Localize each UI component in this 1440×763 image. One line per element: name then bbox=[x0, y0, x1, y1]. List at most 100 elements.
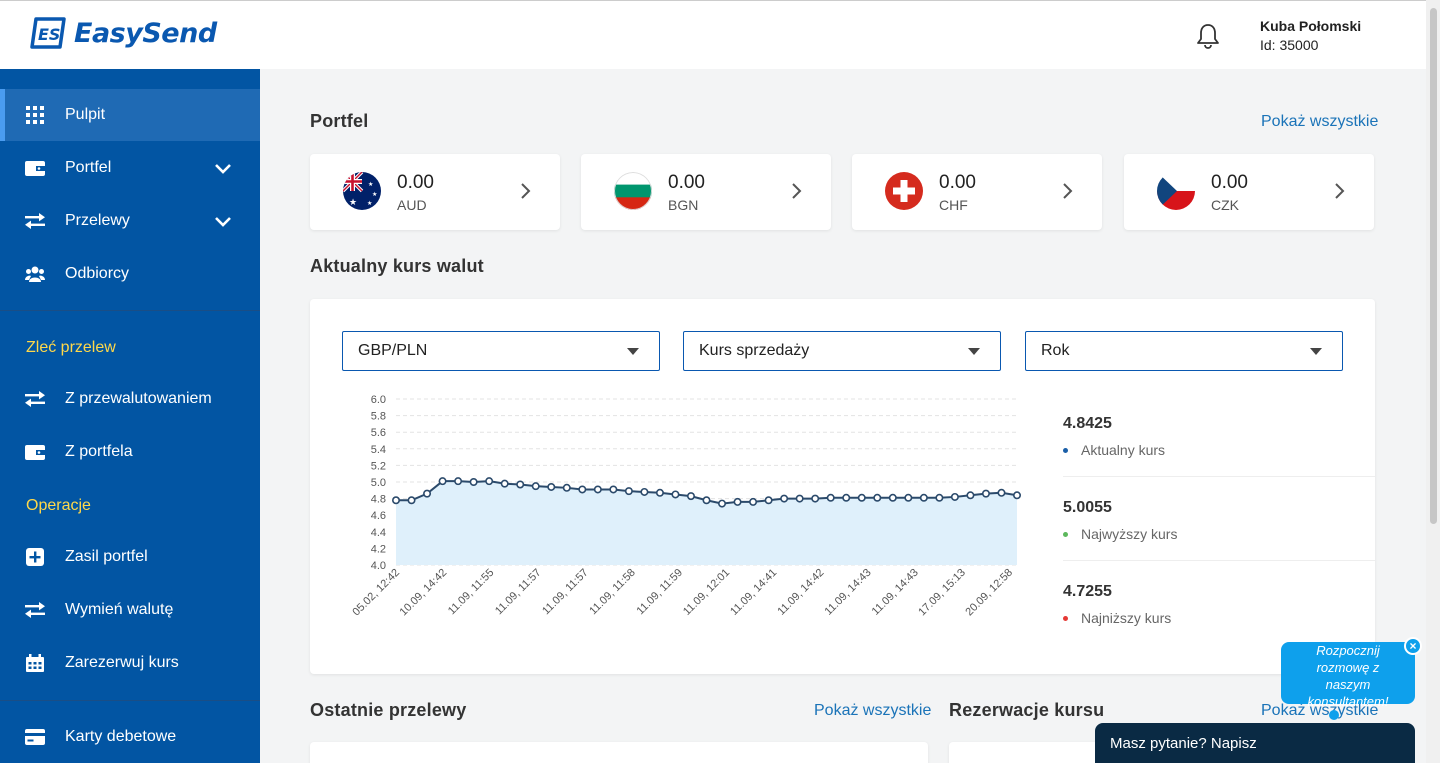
period-select[interactable]: Rok bbox=[1025, 331, 1343, 371]
y-tick-label: 4.4 bbox=[371, 527, 386, 539]
sidebar-item-z-przewalutowaniem[interactable]: Z przewalutowaniem bbox=[0, 373, 260, 425]
data-point[interactable] bbox=[500, 479, 509, 488]
caret-down-icon bbox=[1310, 348, 1322, 355]
calendar-icon bbox=[24, 652, 46, 674]
data-point[interactable] bbox=[733, 497, 742, 506]
stat-label: Aktualny kurs bbox=[1081, 442, 1166, 458]
sidebar-item-label: Odbiorcy bbox=[65, 265, 130, 282]
data-point[interactable] bbox=[842, 493, 851, 502]
recent-transfers-show-all-link[interactable]: Pokaż wszystkie bbox=[814, 702, 931, 720]
sidebar-item-zasil-portfel[interactable]: Zasil portfel bbox=[0, 531, 260, 583]
stat-label-row: Aktualny kurs bbox=[1063, 442, 1165, 458]
data-point[interactable] bbox=[904, 493, 913, 502]
data-point[interactable] bbox=[780, 494, 789, 503]
data-point[interactable] bbox=[516, 480, 525, 489]
data-point[interactable] bbox=[811, 494, 820, 503]
data-point[interactable] bbox=[531, 482, 540, 491]
data-point[interactable] bbox=[749, 497, 758, 506]
sidebar-item-label: Wymień walutę bbox=[65, 601, 174, 618]
chevron-down-icon[interactable] bbox=[213, 159, 233, 179]
sidebar-item-z-portfela[interactable]: Z portfela bbox=[0, 426, 260, 478]
data-point[interactable] bbox=[562, 483, 571, 492]
data-point[interactable] bbox=[686, 492, 695, 501]
credit-card-icon bbox=[24, 726, 46, 748]
data-point[interactable] bbox=[857, 493, 866, 502]
stat-highest-rate: 5.0055 Najwyższy kurs bbox=[1063, 499, 1177, 542]
switzerland-flag-icon bbox=[885, 172, 923, 210]
sidebar-item-wymien-walute[interactable]: Wymień walutę bbox=[0, 584, 260, 636]
logo-icon: ES bbox=[30, 17, 66, 49]
data-point[interactable] bbox=[826, 493, 835, 502]
data-point[interactable] bbox=[997, 488, 1006, 497]
data-point[interactable] bbox=[485, 477, 494, 486]
data-point[interactable] bbox=[795, 494, 804, 503]
data-point[interactable] bbox=[888, 493, 897, 502]
data-point[interactable] bbox=[640, 487, 649, 496]
data-point[interactable] bbox=[609, 485, 618, 494]
data-point[interactable] bbox=[469, 478, 478, 487]
sidebar-item-karty-debetowe[interactable]: Karty debetowe bbox=[0, 711, 260, 763]
chat-invite-bubble[interactable]: Rozpocznij rozmowę z naszym konsultantem… bbox=[1281, 642, 1415, 709]
y-tick-label: 6.0 bbox=[371, 394, 386, 406]
chevron-down-icon[interactable] bbox=[213, 212, 233, 232]
sidebar-item-label: Zarezerwuj kurs bbox=[65, 654, 179, 671]
data-point[interactable] bbox=[578, 485, 587, 494]
data-point[interactable] bbox=[935, 493, 944, 502]
data-point[interactable] bbox=[919, 493, 928, 502]
sidebar-item-przelewy[interactable]: Przelewy bbox=[0, 195, 260, 247]
data-point[interactable] bbox=[593, 485, 602, 494]
data-point[interactable] bbox=[423, 489, 432, 498]
caret-down-icon bbox=[627, 348, 639, 355]
data-point[interactable] bbox=[950, 492, 959, 501]
sidebar-item-label: Zasil portfel bbox=[65, 548, 148, 565]
wallet-amount: 0.00 bbox=[939, 172, 976, 193]
sidebar-item-zarezerwuj-kurs[interactable]: Zarezerwuj kurs bbox=[0, 637, 260, 689]
chat-close-button[interactable]: × bbox=[1404, 637, 1422, 655]
x-tick-label: 11.09, 11:55 bbox=[446, 567, 497, 618]
wallet-card-aud[interactable]: ★ ★ ★ ★ 0.00 AUD bbox=[310, 154, 560, 230]
data-point[interactable] bbox=[655, 488, 664, 497]
x-tick-label: 11.09, 14:42 bbox=[775, 567, 826, 618]
bell-icon[interactable] bbox=[1193, 21, 1223, 51]
data-point[interactable] bbox=[407, 496, 416, 505]
data-point[interactable] bbox=[624, 487, 633, 496]
data-point[interactable] bbox=[718, 499, 727, 508]
logo[interactable]: ES EasySend bbox=[30, 15, 217, 51]
grid-icon bbox=[24, 104, 46, 126]
data-point[interactable] bbox=[702, 496, 711, 505]
page-scrollbar[interactable] bbox=[1426, 0, 1440, 763]
chat-bar[interactable]: Masz pytanie? Napisz bbox=[1095, 723, 1415, 763]
sidebar-item-pulpit[interactable]: Pulpit bbox=[0, 89, 260, 141]
area-fill bbox=[396, 481, 1017, 565]
sidebar-item-label: Portfel bbox=[65, 159, 112, 176]
data-point[interactable] bbox=[391, 496, 400, 505]
data-point[interactable] bbox=[764, 496, 773, 505]
wallet-card-czk[interactable]: 0.00 CZK bbox=[1124, 154, 1374, 230]
data-point[interactable] bbox=[438, 477, 447, 486]
chevron-right-icon bbox=[521, 183, 531, 199]
data-point[interactable] bbox=[547, 482, 556, 491]
data-point[interactable] bbox=[1012, 491, 1021, 500]
data-point[interactable] bbox=[454, 477, 463, 486]
wallet-card-bgn[interactable]: 0.00 BGN bbox=[581, 154, 831, 230]
rate-type-select[interactable]: Kurs sprzedaży bbox=[683, 331, 1001, 371]
sidebar-item-portfel[interactable]: Portfel bbox=[0, 142, 260, 194]
rate-type-value: Kurs sprzedaży bbox=[699, 342, 810, 359]
user-info[interactable]: Kuba Połomski Id: 35000 bbox=[1260, 18, 1361, 53]
sidebar-item-odbiorcy[interactable]: Odbiorcy bbox=[0, 248, 260, 300]
chevron-right-icon bbox=[1335, 183, 1345, 199]
data-point[interactable] bbox=[873, 493, 882, 502]
portfolio-show-all-link[interactable]: Pokaż wszystkie bbox=[1261, 113, 1378, 131]
chat-bubble-tail bbox=[1329, 710, 1339, 720]
data-point[interactable] bbox=[671, 490, 680, 499]
currency-pair-select[interactable]: GBP/PLN bbox=[342, 331, 660, 371]
sidebar-divider bbox=[0, 700, 260, 701]
scrollbar-thumb[interactable] bbox=[1430, 8, 1437, 524]
wallet-amount: 0.00 bbox=[668, 172, 705, 193]
data-point[interactable] bbox=[966, 491, 975, 500]
wallet-icon bbox=[24, 157, 46, 179]
wallet-card-chf[interactable]: 0.00 CHF bbox=[852, 154, 1102, 230]
data-point[interactable] bbox=[981, 489, 990, 498]
y-tick-label: 4.6 bbox=[371, 510, 386, 522]
legend-dot bbox=[1063, 615, 1068, 621]
